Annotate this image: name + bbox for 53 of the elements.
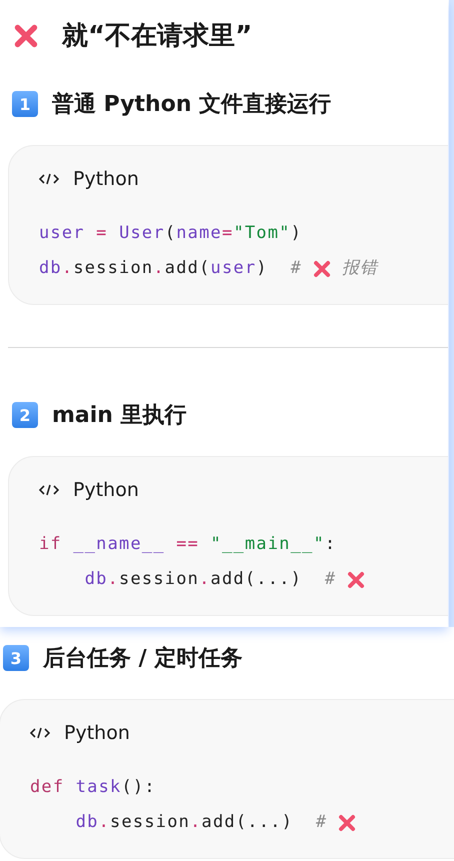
language-label: Python: [64, 722, 130, 744]
number-badge: 1: [12, 91, 38, 117]
popup-title: 就“不在请求里”: [62, 20, 252, 53]
code-token: if: [39, 533, 62, 556]
code-token: .: [190, 811, 202, 834]
code-token: user: [39, 222, 85, 245]
code-token: :: [324, 533, 336, 556]
code-icon: [39, 484, 59, 496]
code-token: User: [119, 222, 165, 245]
code-token: .: [199, 568, 211, 591]
section-heading: 后台任务 / 定时任务: [43, 644, 242, 673]
number-badge: 2: [12, 402, 38, 428]
code-token: db: [39, 257, 62, 280]
code-token: .: [108, 568, 120, 591]
code-token: .: [98, 811, 110, 834]
code-token: .: [62, 257, 74, 280]
code-token: "Tom": [233, 222, 291, 245]
code-token: .: [153, 257, 165, 280]
code-token: session: [73, 257, 154, 280]
code-token: =: [222, 222, 234, 245]
code-token: #: [316, 811, 328, 834]
language-label: Python: [73, 479, 139, 501]
code-token: 报错: [342, 257, 378, 280]
code-token: #: [290, 257, 302, 280]
code-token: session: [110, 811, 190, 834]
code-token: =: [95, 222, 109, 245]
code-token: ): [256, 257, 269, 280]
code-token: def: [30, 776, 64, 799]
number-badge: 3: [3, 645, 29, 671]
language-label: Python: [73, 168, 139, 190]
code-token: add(...): [202, 811, 294, 834]
cross-icon: [312, 258, 332, 278]
code-token: "__main__": [210, 533, 325, 556]
code-token: add(: [164, 257, 211, 280]
code-token: #: [324, 568, 336, 591]
code-token: (: [164, 222, 176, 245]
code-token: db: [84, 568, 108, 591]
code-token: __name__: [72, 533, 165, 556]
cross-icon: [337, 812, 358, 832]
cross-icon: [346, 570, 366, 590]
code-token: add(...): [210, 568, 304, 591]
code-token: ): [290, 222, 302, 245]
section-heading: main 里执行: [52, 402, 187, 430]
code-token: ==: [175, 533, 200, 556]
section-heading: 普通 Python 文件直接运行: [52, 90, 332, 119]
code-token: name: [176, 222, 222, 245]
code-token: ():: [122, 776, 156, 799]
code-icon: [30, 727, 50, 739]
code-icon: [39, 173, 59, 185]
code-token: task: [74, 776, 122, 799]
code-token: session: [119, 568, 200, 591]
code-token: user: [210, 257, 256, 280]
code-token: db: [74, 811, 99, 834]
